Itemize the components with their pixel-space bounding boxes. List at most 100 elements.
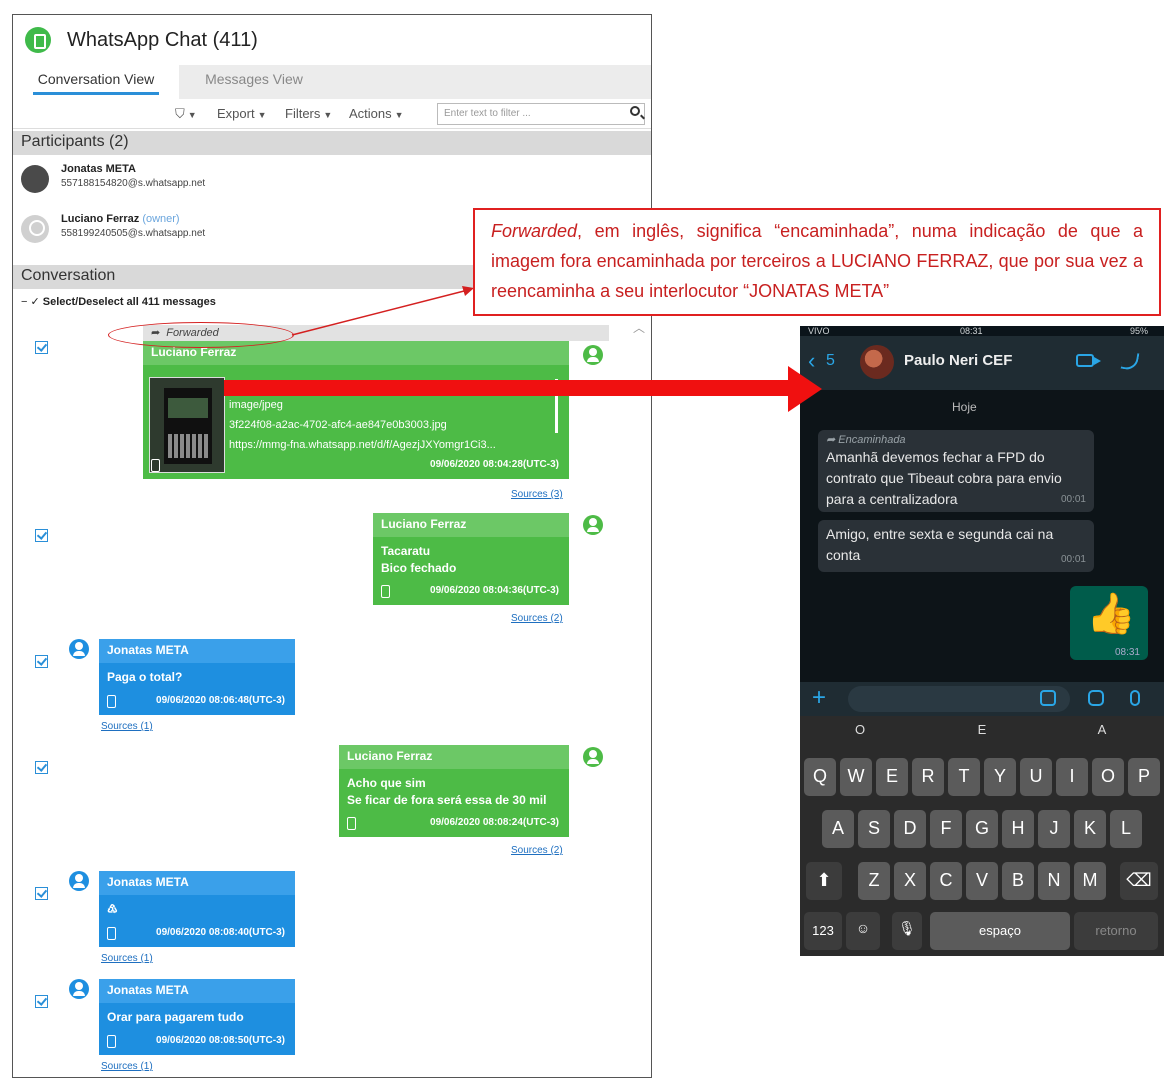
date-separator: Hoje bbox=[952, 400, 977, 414]
key-l[interactable]: L bbox=[1110, 810, 1142, 848]
select-all-toggle[interactable]: − ✓ Select/Deselect all 411 messages bbox=[21, 295, 216, 308]
filter-input[interactable]: Enter text to filter ... bbox=[437, 103, 645, 125]
toolbar: ⛉ ▼ Export ▼ Filters ▼ Actions ▼ Enter text … bbox=[13, 99, 651, 129]
key-k[interactable]: K bbox=[1074, 810, 1106, 848]
key-z[interactable]: Z bbox=[858, 862, 890, 900]
key-v[interactable]: V bbox=[966, 862, 998, 900]
key-c[interactable]: C bbox=[930, 862, 962, 900]
message-checkbox[interactable] bbox=[35, 995, 48, 1008]
sources-link[interactable]: Sources (1) bbox=[101, 953, 153, 964]
sources-link[interactable]: Sources (3) bbox=[511, 489, 563, 500]
message-bubble[interactable]: Jonatas META ♳ 09/06/2020 08:08:40(UTC-3… bbox=[99, 871, 295, 947]
participant-number: 557188154820@s.whatsapp.net bbox=[61, 178, 206, 189]
key-p[interactable]: P bbox=[1128, 758, 1160, 796]
key-y[interactable]: Y bbox=[984, 758, 1016, 796]
return-key[interactable]: retorno bbox=[1074, 912, 1158, 950]
key-d[interactable]: D bbox=[894, 810, 926, 848]
numbers-key[interactable]: 123 bbox=[804, 912, 842, 950]
message-bubble[interactable]: Luciano Ferraz image/jpeg 3f224f08-a2ac-… bbox=[143, 341, 569, 479]
thumbs-up-icon: 👍 bbox=[1086, 592, 1136, 636]
key-x[interactable]: X bbox=[894, 862, 926, 900]
prediction-item[interactable]: A bbox=[1052, 722, 1152, 737]
tab-conversation-view[interactable]: Conversation View bbox=[13, 65, 179, 99]
key-o[interactable]: O bbox=[1092, 758, 1124, 796]
message-checkbox[interactable] bbox=[35, 655, 48, 668]
prediction-item[interactable]: E bbox=[932, 722, 1032, 737]
sources-link[interactable]: Sources (2) bbox=[511, 613, 563, 624]
key-s[interactable]: S bbox=[858, 810, 890, 848]
microphone-icon[interactable] bbox=[1130, 690, 1140, 706]
key-u[interactable]: U bbox=[1020, 758, 1052, 796]
tab-messages-view[interactable]: Messages View bbox=[179, 65, 329, 99]
message-bubble[interactable]: Jonatas META Orar para pagarem tudo 09/0… bbox=[99, 979, 295, 1055]
message-footer: 09/06/2020 08:06:48(UTC-3) bbox=[107, 695, 285, 709]
key-i[interactable]: I bbox=[1056, 758, 1088, 796]
key-m[interactable]: M bbox=[1074, 862, 1106, 900]
video-call-icon[interactable] bbox=[1076, 354, 1101, 367]
key-a[interactable]: A bbox=[822, 810, 854, 848]
phone-icon bbox=[151, 459, 160, 472]
message-text: Paga o total? bbox=[107, 670, 183, 684]
search-icon[interactable] bbox=[630, 106, 640, 116]
message-bubble[interactable]: Jonatas META Paga o total? 09/06/2020 08… bbox=[99, 639, 295, 715]
sticker-icon[interactable] bbox=[1040, 690, 1056, 706]
message-footer: 09/06/2020 08:04:36(UTC-3) bbox=[381, 585, 559, 599]
tag-filter-icon[interactable]: ⛉ ▼ bbox=[175, 106, 197, 122]
sources-link[interactable]: Sources (2) bbox=[511, 845, 563, 856]
shift-key[interactable]: ⬆ bbox=[806, 862, 842, 900]
thumbs-up-sticker[interactable]: 👍 08:31 bbox=[1070, 586, 1148, 660]
message-checkbox[interactable] bbox=[35, 887, 48, 900]
key-r[interactable]: R bbox=[912, 758, 944, 796]
actions-menu[interactable]: Actions ▼ bbox=[349, 106, 404, 121]
panel-title: WhatsApp Chat (411) bbox=[67, 29, 258, 51]
message-sender: Jonatas META bbox=[99, 871, 295, 895]
phone-chat-header: ‹ 5 Paulo Neri CEF bbox=[800, 336, 1164, 390]
message-checkbox[interactable] bbox=[35, 761, 48, 774]
avatar[interactable] bbox=[860, 345, 894, 379]
message-checkbox[interactable] bbox=[35, 341, 48, 354]
key-j[interactable]: J bbox=[1038, 810, 1070, 848]
key-e[interactable]: E bbox=[876, 758, 908, 796]
phone-status-bar: VIVO 08:31 95% bbox=[808, 326, 1148, 336]
key-t[interactable]: T bbox=[948, 758, 980, 796]
message-sender: Luciano Ferraz bbox=[339, 745, 569, 769]
camera-icon[interactable] bbox=[1088, 690, 1104, 706]
emoji-key[interactable]: ☺ bbox=[846, 912, 880, 950]
key-q[interactable]: Q bbox=[804, 758, 836, 796]
phone-screenshot: VIVO 08:31 95% ‹ 5 Paulo Neri CEF Hoje ➦… bbox=[800, 326, 1164, 956]
forwarded-highlight-ellipse bbox=[108, 322, 294, 348]
key-n[interactable]: N bbox=[1038, 862, 1070, 900]
chat-message[interactable]: ➦ Encaminhada Amanhã devemos fechar a FP… bbox=[818, 430, 1094, 512]
key-b[interactable]: B bbox=[1002, 862, 1034, 900]
sources-link[interactable]: Sources (1) bbox=[101, 1061, 153, 1072]
message-checkbox[interactable] bbox=[35, 529, 48, 542]
message-bubble[interactable]: Luciano Ferraz Acho que sim Se ficar de f… bbox=[339, 745, 569, 837]
chat-message[interactable]: Amigo, entre sexta e segunda cai na cont… bbox=[818, 520, 1094, 572]
avatar bbox=[21, 165, 49, 193]
message-sender: Luciano Ferraz bbox=[373, 513, 569, 537]
prediction-item[interactable]: O bbox=[810, 722, 910, 737]
whatsapp-icon bbox=[25, 27, 51, 53]
backspace-key[interactable]: ⌫ bbox=[1120, 862, 1158, 900]
key-g[interactable]: G bbox=[966, 810, 998, 848]
filters-menu[interactable]: Filters ▼ bbox=[285, 106, 332, 121]
user-icon bbox=[583, 515, 603, 535]
message-input[interactable] bbox=[848, 686, 1070, 712]
message-sender: Jonatas META bbox=[99, 639, 295, 663]
key-w[interactable]: W bbox=[840, 758, 872, 796]
contact-name[interactable]: Paulo Neri CEF bbox=[904, 352, 1012, 369]
key-f[interactable]: F bbox=[930, 810, 962, 848]
phone-call-icon[interactable] bbox=[1120, 350, 1140, 372]
phone-input-bar: + bbox=[800, 682, 1164, 716]
plus-icon[interactable]: + bbox=[812, 684, 826, 712]
user-icon bbox=[69, 871, 89, 891]
title-bar: WhatsApp Chat (411) bbox=[13, 15, 651, 65]
space-key[interactable]: espaço bbox=[930, 912, 1070, 950]
attachment-url[interactable]: https://mmg-fna.whatsapp.net/d/f/AgezjJX… bbox=[229, 439, 496, 451]
sources-link[interactable]: Sources (1) bbox=[101, 721, 153, 732]
dictation-key[interactable]: 🎙 bbox=[892, 912, 922, 950]
key-h[interactable]: H bbox=[1002, 810, 1034, 848]
message-bubble[interactable]: Luciano Ferraz Tacaratu Bico fechado 09/0… bbox=[373, 513, 569, 605]
scroll-up-icon[interactable]: ︿ bbox=[633, 319, 645, 336]
export-menu[interactable]: Export ▼ bbox=[217, 106, 267, 121]
